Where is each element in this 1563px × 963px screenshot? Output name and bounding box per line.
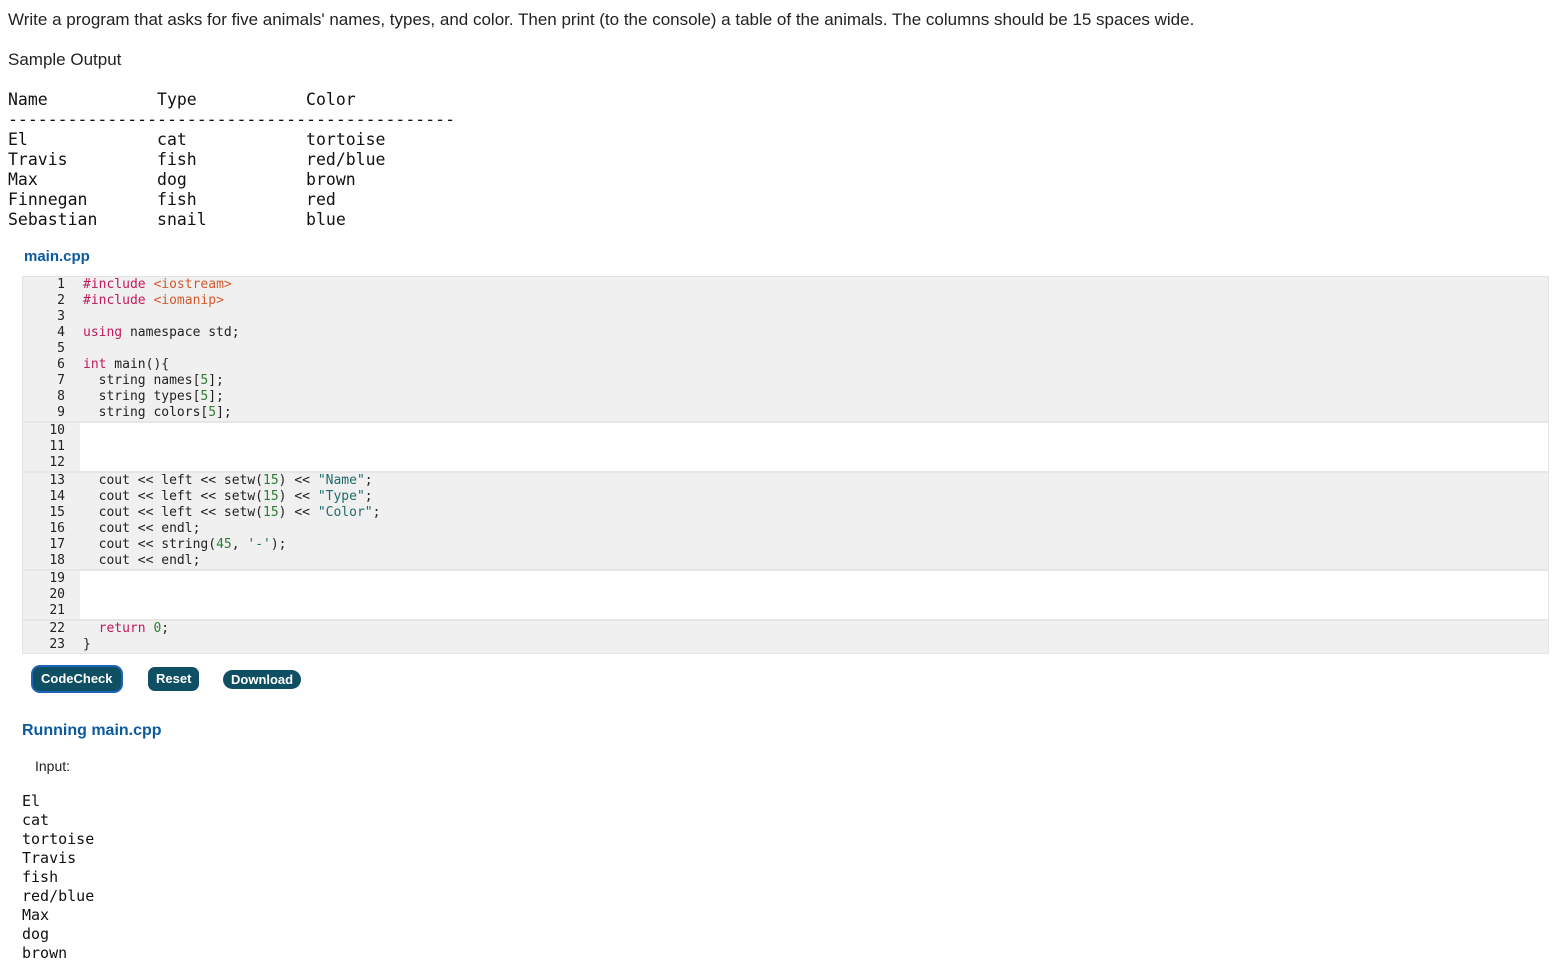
run-section-title: Running main.cpp (22, 722, 162, 739)
code-text: #include <iostream> (83, 277, 232, 292)
code-line: 19 (23, 571, 1548, 587)
line-number: 23 (49, 637, 65, 652)
input-line: El (22, 792, 41, 810)
code-text: cout << left << setw(15) << "Color"; (83, 505, 381, 520)
code-line: 21 (23, 603, 1548, 619)
line-number: 18 (49, 553, 65, 568)
table-row: Travis fish red/blue (8, 150, 386, 169)
code-line: 11 (23, 439, 1548, 455)
fixed-code-region: 22 return 0; 23} (23, 621, 1548, 653)
code-line: 17 cout << string(45, '-'); (23, 537, 1548, 553)
codecheck-button[interactable]: CodeCheck (33, 667, 121, 691)
code-line: 4 using namespace std; (23, 325, 1548, 341)
line-number: 16 (49, 521, 65, 536)
line-number: 13 (49, 473, 65, 488)
problem-statement: Write a program that asks for five anima… (8, 10, 1195, 29)
code-line: 7 string names[5]; (23, 373, 1548, 389)
code-line: 6 int main(){ (23, 357, 1548, 373)
code-line: 5 (23, 341, 1548, 357)
code-line: 22 return 0; (23, 621, 1548, 637)
sample-output-table: Name Type Color ------------------------… (8, 90, 455, 230)
code-text: int main(){ (83, 357, 170, 372)
table-row: Sebastian snail blue (8, 210, 346, 229)
editable-code-region[interactable]: 19 20 21 (23, 569, 1548, 621)
code-text: string types[5]; (83, 389, 224, 404)
input-line: brown (22, 944, 68, 962)
input-line: red/blue (22, 887, 95, 905)
line-number: 19 (49, 571, 65, 586)
sample-output-label: Sample Output (8, 50, 122, 69)
table-header: Name Type Color (8, 90, 356, 109)
line-number: 4 (57, 325, 65, 340)
code-line: 15 cout << left << setw(15) << "Color"; (23, 505, 1548, 521)
line-number: 1 (57, 277, 65, 292)
line-number: 17 (49, 537, 65, 552)
line-number: 14 (49, 489, 65, 504)
fixed-code-region: 13 cout << left << setw(15) << "Name"; 14… (23, 473, 1548, 569)
line-number: 10 (49, 423, 65, 438)
input-line: fish (22, 868, 59, 886)
editable-code-region[interactable]: 10 11 12 (23, 421, 1548, 473)
code-editor[interactable]: 1 #include <iostream> 2 #include <iomanip> 3… (22, 276, 1549, 654)
code-text: cout << left << setw(15) << "Type"; (83, 489, 373, 504)
line-number: 21 (49, 603, 65, 618)
code-line: 2 #include <iomanip> (23, 293, 1548, 309)
line-number: 11 (49, 439, 65, 454)
table-separator: ----------------------------------------… (8, 110, 456, 129)
code-line: 20 (23, 587, 1548, 603)
table-row: Finnegan fish red (8, 190, 336, 209)
input-line: dog (22, 925, 50, 943)
line-number: 12 (49, 455, 65, 470)
input-label: Input: (35, 758, 71, 774)
line-number: 9 (57, 405, 65, 420)
code-line: 14 cout << left << setw(15) << "Type"; (23, 489, 1548, 505)
line-number: 8 (57, 389, 65, 404)
code-text: using namespace std; (83, 325, 240, 340)
code-line: 18 cout << endl; (23, 553, 1548, 569)
table-row: Max dog brown (8, 170, 356, 189)
code-text: return 0; (98, 621, 170, 636)
code-text: cout << string(45, '-'); (83, 537, 287, 552)
line-number: 22 (49, 621, 65, 636)
code-line: 1 #include <iostream> (23, 277, 1548, 293)
code-line: 16 cout << endl; (23, 521, 1548, 537)
program-input: El cat tortoise Travis fish red/blue Max dog bro… (22, 792, 94, 963)
input-line: cat (22, 811, 50, 829)
line-number: 15 (49, 505, 65, 520)
line-number: 3 (57, 309, 65, 324)
code-text: #include <iomanip> (83, 293, 224, 308)
code-text: cout << left << setw(15) << "Name"; (83, 473, 373, 488)
file-name-title: main.cpp (24, 248, 90, 265)
code-line: 8 string types[5]; (23, 389, 1548, 405)
code-line: 12 (23, 455, 1548, 471)
code-line: 23} (23, 637, 1548, 653)
input-line: tortoise (22, 830, 95, 848)
code-line: 9 string colors[5]; (23, 405, 1548, 421)
code-line: 10 (23, 423, 1548, 439)
code-text: string names[5]; (83, 373, 224, 388)
line-number: 7 (57, 373, 65, 388)
line-number: 5 (57, 341, 65, 356)
code-text: cout << endl; (83, 553, 201, 568)
line-number: 6 (57, 357, 65, 372)
code-text: } (83, 637, 91, 652)
download-button[interactable]: Download (223, 670, 302, 689)
input-line: Travis (22, 849, 77, 867)
fixed-code-region: 1 #include <iostream> 2 #include <iomanip> 3… (23, 277, 1548, 421)
table-row: El cat tortoise (8, 130, 386, 149)
line-number: 20 (49, 587, 65, 602)
code-text: string colors[5]; (83, 405, 232, 420)
code-line: 13 cout << left << setw(15) << "Name"; (23, 473, 1548, 489)
input-line: Max (22, 906, 50, 924)
reset-button[interactable]: Reset (148, 667, 200, 691)
code-line: 3 (23, 309, 1548, 325)
line-number: 2 (57, 293, 65, 308)
code-text: cout << endl; (83, 521, 201, 536)
